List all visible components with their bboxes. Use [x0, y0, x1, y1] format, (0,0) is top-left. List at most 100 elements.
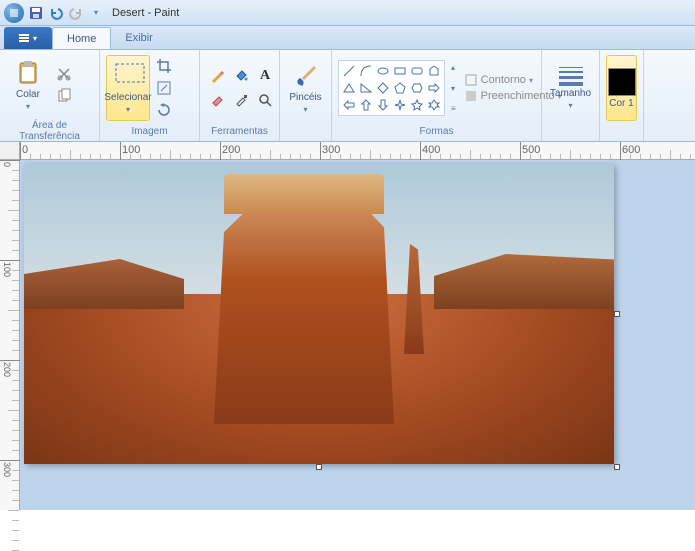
group-color: Cor 1 — [600, 50, 644, 141]
shape-triangle[interactable] — [341, 80, 357, 96]
quick-access-toolbar: ▾ — [4, 3, 104, 23]
tab-exibir[interactable]: Exibir — [111, 27, 167, 49]
shapes-expand[interactable]: ≡ — [451, 104, 456, 113]
group-shapes-label: Formas — [338, 124, 535, 139]
chevron-down-icon: ▾ — [126, 105, 130, 114]
qat-dropdown-icon[interactable]: ▾ — [88, 5, 104, 21]
shape-polygon[interactable] — [426, 63, 442, 79]
ruler-corner — [0, 142, 20, 160]
window-title: Desert - Paint — [112, 7, 179, 19]
outline-icon — [464, 73, 478, 87]
shape-right-triangle[interactable] — [358, 80, 374, 96]
ruler-horizontal: 0100200300400500600 — [20, 142, 695, 160]
resize-handle-bottom[interactable] — [316, 464, 322, 470]
group-clipboard: Colar ▾ Área de Transferência — [0, 50, 100, 141]
tab-home[interactable]: Home — [52, 27, 111, 49]
shape-diamond[interactable] — [375, 80, 391, 96]
color-swatch — [608, 68, 636, 96]
copy-icon — [56, 88, 72, 104]
group-brushes-label — [286, 124, 325, 139]
resize-button[interactable] — [154, 78, 174, 98]
group-tools-label: Ferramentas — [206, 124, 273, 139]
eyedropper-icon — [234, 93, 248, 107]
pencil-tool[interactable] — [206, 65, 228, 87]
select-button[interactable]: Selecionar ▾ — [106, 55, 150, 121]
text-icon: A — [260, 68, 270, 84]
eraser-icon — [210, 93, 224, 107]
ribbon: Colar ▾ Área de Transferência Selecionar — [0, 50, 695, 142]
color1-button[interactable]: Cor 1 — [606, 55, 637, 121]
brushes-label: Pincéis — [289, 92, 321, 103]
size-icon — [556, 67, 586, 86]
fill-tool[interactable] — [230, 65, 252, 87]
shape-star4[interactable] — [392, 97, 408, 113]
shape-curve[interactable] — [358, 63, 374, 79]
scissors-icon — [56, 66, 72, 82]
save-icon[interactable] — [28, 5, 44, 21]
chevron-down-icon: ▾ — [529, 76, 533, 85]
group-shapes: ▴ ▾ ≡ Contorno ▾ Preenchimento ▾ Formas — [332, 50, 542, 141]
cut-button[interactable] — [54, 64, 74, 84]
chevron-down-icon: ▾ — [568, 101, 572, 110]
redo-icon[interactable] — [68, 5, 84, 21]
group-image-label: Imagem — [106, 124, 193, 139]
group-size-label — [548, 124, 593, 139]
paste-button[interactable]: Colar ▾ — [6, 52, 50, 118]
shapes-scroll-down[interactable]: ▾ — [451, 84, 456, 93]
copy-button[interactable] — [54, 86, 74, 106]
group-color-label — [606, 124, 637, 139]
clipboard-icon — [14, 59, 42, 87]
resize-icon — [156, 80, 172, 96]
pencil-icon — [210, 69, 224, 83]
picker-tool[interactable] — [230, 89, 252, 111]
resize-handle-right[interactable] — [614, 311, 620, 317]
shape-oval[interactable] — [375, 63, 391, 79]
shape-arrow-right[interactable] — [426, 80, 442, 96]
shape-arrow-left[interactable] — [341, 97, 357, 113]
file-menu-button[interactable]: ▾ — [4, 27, 52, 49]
shape-rect[interactable] — [392, 63, 408, 79]
outline-label: Contorno — [481, 74, 526, 86]
shapes-scroll-up[interactable]: ▴ — [451, 63, 456, 72]
title-bar: ▾ Desert - Paint — [0, 0, 695, 26]
shapes-gallery[interactable] — [338, 60, 445, 116]
resize-handle-corner[interactable] — [614, 464, 620, 470]
group-size: Tamanho ▾ — [542, 50, 600, 141]
paste-label: Colar — [16, 89, 40, 100]
shape-pentagon[interactable] — [392, 80, 408, 96]
shape-roundrect[interactable] — [409, 63, 425, 79]
paint-orb-icon[interactable] — [4, 3, 24, 23]
brushes-button[interactable]: Pincéis ▾ — [286, 55, 325, 121]
magnifier-icon — [258, 93, 272, 107]
shape-line[interactable] — [341, 63, 357, 79]
group-brushes: Pincéis ▾ — [280, 50, 332, 141]
shape-star5[interactable] — [409, 97, 425, 113]
select-label: Selecionar — [104, 92, 151, 103]
chevron-down-icon: ▾ — [26, 102, 30, 111]
crop-icon — [156, 58, 172, 74]
bucket-icon — [234, 69, 248, 83]
rotate-button[interactable] — [154, 100, 174, 120]
shape-arrow-up[interactable] — [358, 97, 374, 113]
select-rect-icon — [114, 62, 142, 90]
shape-arrow-down[interactable] — [375, 97, 391, 113]
tab-home-label: Home — [67, 33, 96, 45]
group-image: Selecionar ▾ Imagem — [100, 50, 200, 141]
work-area: 0100200300400500600 0100200300 — [0, 142, 695, 510]
shape-hexagon[interactable] — [409, 80, 425, 96]
eraser-tool[interactable] — [206, 89, 228, 111]
shape-star6[interactable] — [426, 97, 442, 113]
canvas-container — [24, 164, 614, 464]
crop-button[interactable] — [154, 56, 174, 76]
image-butte-cap — [224, 174, 384, 214]
canvas[interactable] — [24, 164, 614, 464]
ribbon-tabs: ▾ Home Exibir — [0, 26, 695, 50]
text-tool[interactable]: A — [254, 65, 276, 87]
zoom-tool[interactable] — [254, 89, 276, 111]
rotate-icon — [156, 102, 172, 118]
fill-icon — [464, 89, 478, 103]
undo-icon[interactable] — [48, 5, 64, 21]
group-clipboard-label: Área de Transferência — [6, 118, 93, 144]
size-label: Tamanho — [550, 88, 591, 99]
size-button[interactable]: Tamanho ▾ — [549, 55, 593, 121]
